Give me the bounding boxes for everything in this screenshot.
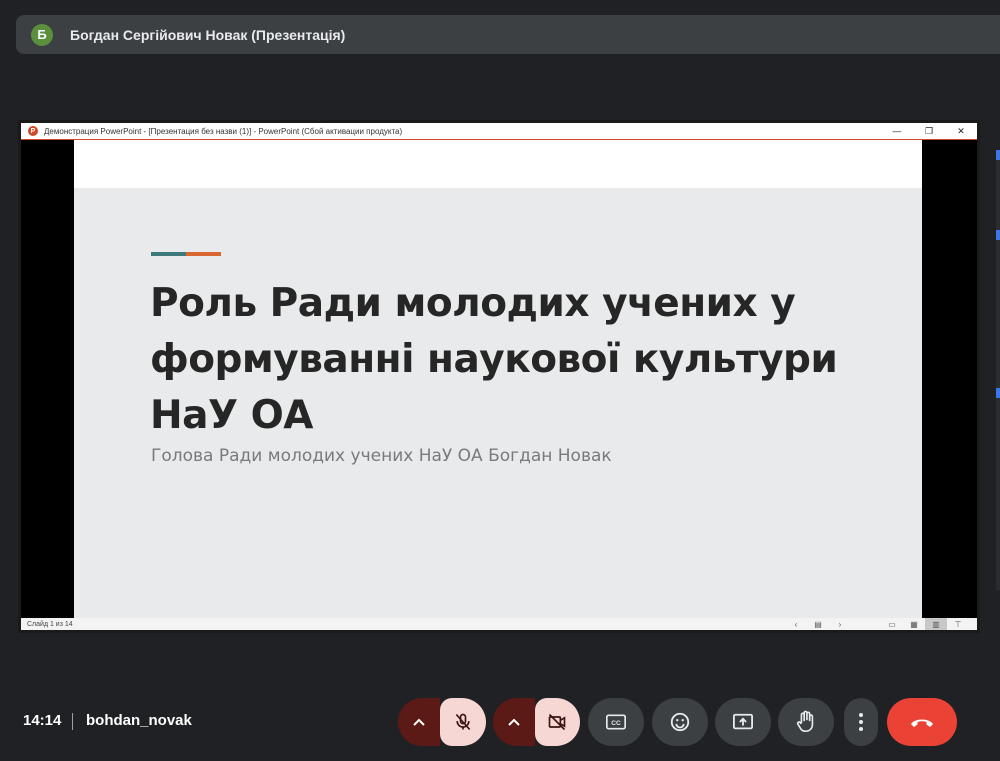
- side-panel-edge: [996, 150, 1000, 590]
- presenter-bar: Б Богдан Сергійович Новак (Презентація): [16, 15, 1000, 54]
- slide-title: Роль Ради молодих учених у формуванні на…: [150, 276, 890, 444]
- camera-control: [493, 698, 580, 746]
- status-icons: ‹ ▤ › ▭ ▦ ▥ ⊤: [785, 618, 969, 630]
- slide-title-line: НаУ ОА: [150, 393, 313, 438]
- accent-line: [151, 252, 221, 256]
- minimize-icon[interactable]: —: [881, 123, 913, 139]
- restore-icon[interactable]: ❐: [913, 123, 945, 139]
- shared-screen: P Демонстрация PowerPoint - [Презентация…: [18, 120, 980, 633]
- divider: [72, 713, 73, 730]
- more-options-button[interactable]: [844, 698, 878, 746]
- meeting-name: bohdan_novak: [86, 712, 192, 729]
- mic-options-button[interactable]: [398, 698, 441, 746]
- slide-title-line: формуванні наукової культури: [150, 337, 838, 382]
- slide-counter: Слайд 1 из 14: [27, 620, 73, 628]
- sorter-view-icon[interactable]: ▦: [903, 618, 925, 630]
- mic-off-icon: [455, 713, 471, 731]
- ppt-statusbar: Слайд 1 из 14 ‹ ▤ › ▭ ▦ ▥ ⊤: [21, 618, 977, 630]
- slide-menu-icon[interactable]: ▤: [807, 618, 829, 630]
- end-call-button[interactable]: [887, 698, 957, 746]
- clock: 14:14: [23, 712, 62, 729]
- close-icon[interactable]: ✕: [945, 123, 977, 139]
- edge-mark: [996, 150, 1000, 160]
- accent-teal: [151, 252, 186, 256]
- normal-view-icon[interactable]: ▭: [881, 618, 903, 630]
- more-vert-icon: [859, 713, 863, 731]
- avatar: Б: [31, 23, 53, 46]
- slideshow-view-icon[interactable]: ⊤: [947, 618, 969, 630]
- videocam-off-icon: [548, 713, 566, 731]
- ppt-window-title: Демонстрация PowerPoint - [Презентация б…: [44, 126, 403, 136]
- ppt-titlebar: P Демонстрация PowerPoint - [Презентация…: [21, 123, 977, 140]
- accent-orange: [186, 252, 221, 256]
- mic-toggle-button[interactable]: [440, 698, 486, 746]
- slide-subtitle: Голова Ради молодих учених НаУ ОА Богдан…: [151, 446, 612, 466]
- edge-mark: [996, 230, 1000, 240]
- raise-hand-button[interactable]: [778, 698, 834, 746]
- next-slide-icon[interactable]: ›: [829, 618, 851, 630]
- present-button[interactable]: [715, 698, 771, 746]
- slide-title-line: Роль Ради молодих учених у: [150, 281, 796, 326]
- captions-button[interactable]: CC: [588, 698, 644, 746]
- edge-mark: [996, 388, 1000, 398]
- chevron-up-icon: [508, 718, 520, 726]
- mic-control: [398, 698, 486, 746]
- svg-text:CC: CC: [611, 720, 621, 727]
- reactions-button[interactable]: [652, 698, 708, 746]
- emoji-icon: [670, 712, 690, 732]
- closed-caption-icon: CC: [606, 714, 626, 730]
- presenter-name: Богдан Сергійович Новак (Презентація): [70, 26, 346, 43]
- camera-toggle-button[interactable]: [534, 698, 580, 746]
- prev-slide-icon[interactable]: ‹: [785, 618, 807, 630]
- reading-view-icon[interactable]: ▥: [925, 618, 947, 630]
- present-screen-icon: [733, 713, 753, 730]
- slide-header-band: [74, 140, 922, 188]
- chevron-up-icon: [413, 718, 425, 726]
- camera-options-button[interactable]: [493, 698, 535, 746]
- call-end-icon: [911, 719, 933, 727]
- powerpoint-logo-icon: P: [28, 126, 38, 136]
- window-controls: — ❐ ✕: [881, 123, 977, 139]
- raise-hand-icon: [796, 710, 814, 732]
- slide: Роль Ради молодих учених у формуванні на…: [74, 140, 922, 618]
